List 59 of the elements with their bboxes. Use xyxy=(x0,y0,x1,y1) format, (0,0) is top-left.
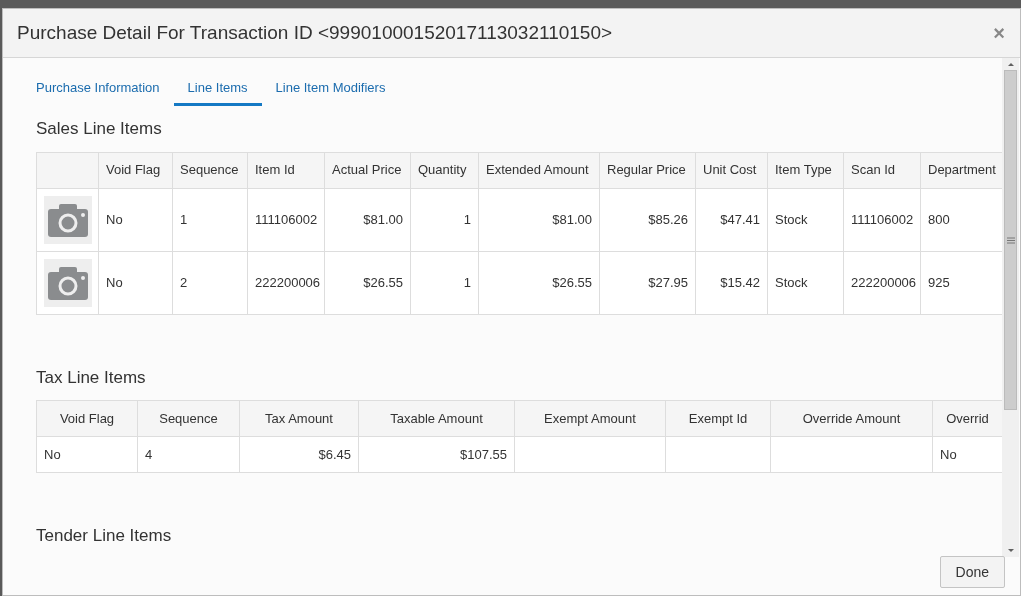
table-cell: 111106002 xyxy=(851,211,914,227)
tab[interactable]: Purchase Information xyxy=(22,73,174,106)
column-header: Override Amount xyxy=(802,410,901,426)
column-header: Tax Amount xyxy=(265,410,333,426)
table-cell: $6.45 xyxy=(318,446,351,462)
section-title: Tax Line Items xyxy=(36,366,147,389)
column-header: Actual Price xyxy=(332,162,402,178)
table-cell: 111106002 xyxy=(255,211,318,227)
close-button[interactable]: × xyxy=(993,23,1005,43)
column-header: Department xyxy=(928,162,996,178)
section-title: Sales Line Items xyxy=(36,118,163,140)
camera-icon xyxy=(44,258,92,307)
section-title: Tender Line Items xyxy=(36,525,173,547)
dialog-title: Purchase Detail For Transaction ID <99901000152017113032110150> xyxy=(17,20,613,45)
table-cell: 925 xyxy=(928,274,950,290)
column-header: Quantity xyxy=(418,162,467,178)
column-header: Unit Cost xyxy=(703,162,757,178)
table-cell: $26.55 xyxy=(363,274,403,290)
column-header: Exempt Amount xyxy=(544,410,636,426)
column-header: Void Flag xyxy=(106,162,161,178)
column-header: Exempt Id xyxy=(688,410,748,426)
column-header: Regular Price xyxy=(607,162,686,178)
column-header: Void Flag xyxy=(59,410,115,426)
table-cell: $85.26 xyxy=(648,211,688,227)
table-cell: $27.95 xyxy=(648,274,688,290)
table-cell: 222200006 xyxy=(851,274,917,290)
table-cell: $107.55 xyxy=(460,446,507,462)
table-cell: No xyxy=(940,446,957,462)
table-cell: $15.42 xyxy=(720,274,760,290)
tab[interactable]: Line Item Modifiers xyxy=(261,73,400,106)
table-cell: 1 xyxy=(463,211,471,227)
table-cell: Stock xyxy=(775,274,808,290)
table-cell: $81.00 xyxy=(552,211,592,227)
table-cell: 1 xyxy=(180,211,188,227)
column-header: Sequence xyxy=(159,410,218,426)
column-header: Taxable Amount xyxy=(390,410,483,426)
done-button[interactable]: Done xyxy=(939,556,1005,588)
table-cell: 222200006 xyxy=(255,274,321,290)
table-cell: No xyxy=(106,274,123,290)
table-cell: $47.41 xyxy=(720,211,760,227)
column-header: Overrid xyxy=(946,410,989,426)
column-header: Sequence xyxy=(180,162,239,178)
table-cell: 800 xyxy=(928,211,950,227)
column-header: Item Id xyxy=(255,162,295,178)
grip-icon xyxy=(1006,236,1015,244)
table-cell: Stock xyxy=(775,211,808,227)
column-header: Item Type xyxy=(775,162,832,178)
tab[interactable]: Line Items xyxy=(173,73,262,106)
camera-icon xyxy=(44,195,92,244)
table-cell: 1 xyxy=(463,274,471,290)
table-cell: 4 xyxy=(145,446,153,462)
table-cell: No xyxy=(106,211,123,227)
table-cell: 2 xyxy=(180,274,188,290)
table-cell: $81.00 xyxy=(363,211,403,227)
table-cell: $26.55 xyxy=(552,274,592,290)
scrollbar[interactable] xyxy=(1002,58,1019,557)
table-cell: No xyxy=(44,446,61,462)
column-header: Extended Amount xyxy=(486,162,589,178)
column-header: Scan Id xyxy=(851,162,896,178)
